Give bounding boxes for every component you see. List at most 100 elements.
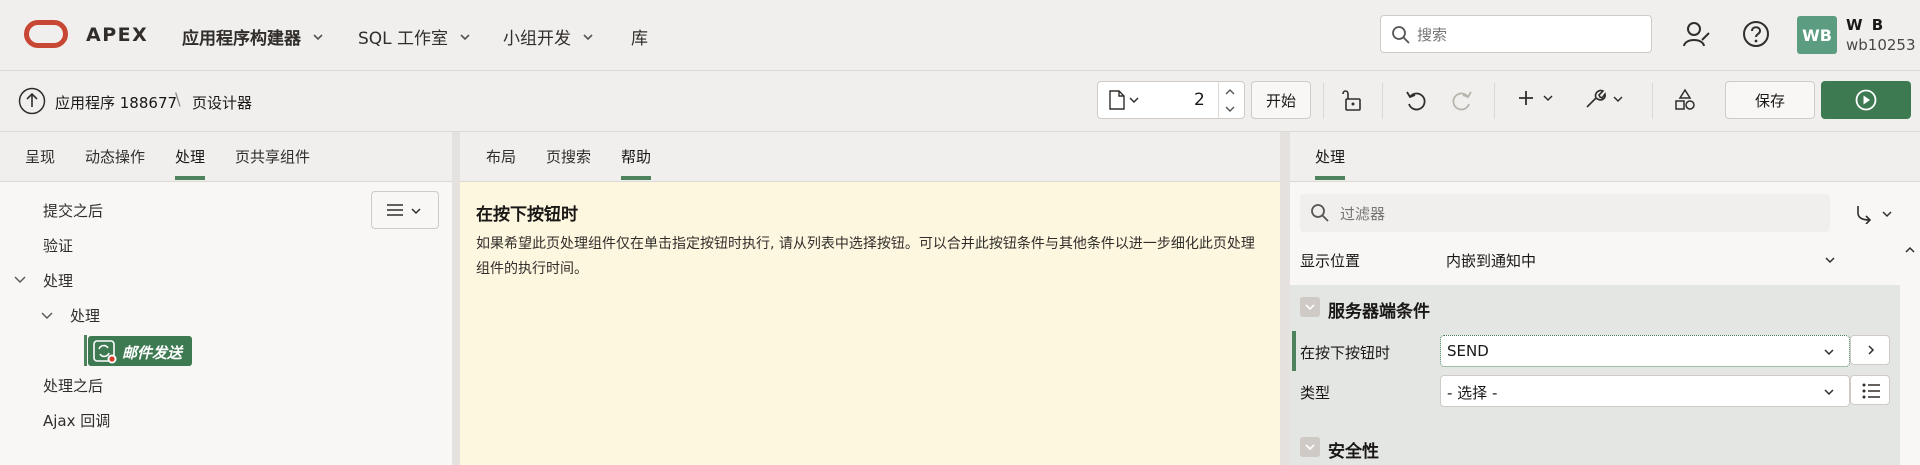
go-to-button-button[interactable] bbox=[1850, 335, 1890, 365]
global-search[interactable] bbox=[1380, 15, 1652, 53]
plus-icon bbox=[1519, 91, 1533, 105]
tab-layout[interactable]: 布局 bbox=[486, 146, 516, 167]
utilities-menu-button[interactable] bbox=[1584, 88, 1624, 110]
increment-icon[interactable] bbox=[1223, 86, 1237, 98]
nav-app-builder[interactable]: 应用程序构建器 bbox=[182, 24, 325, 49]
chevron-down-icon[interactable] bbox=[13, 273, 27, 287]
wrench-icon bbox=[1586, 89, 1606, 108]
tab-dynamic-actions[interactable]: 动态操作 bbox=[85, 146, 145, 167]
tree-after-processing[interactable]: 处理之后 bbox=[43, 375, 103, 396]
search-input[interactable] bbox=[1415, 22, 1649, 48]
property-scrollbar[interactable] bbox=[1902, 240, 1918, 465]
tab-page-search[interactable]: 页搜索 bbox=[546, 146, 591, 167]
breadcrumb-page[interactable]: 页设计器 bbox=[192, 92, 252, 113]
property-tab-bar: 处理 bbox=[1290, 132, 1920, 182]
avatar[interactable]: WB bbox=[1797, 16, 1837, 54]
type-value: - 选择 - bbox=[1447, 384, 1498, 402]
toolbar-divider bbox=[1323, 83, 1324, 119]
tree-processing[interactable]: 处理 bbox=[43, 270, 73, 291]
tree-menu-button[interactable] bbox=[371, 191, 439, 229]
nav-gallery-label: 库 bbox=[631, 29, 648, 49]
user-display-name[interactable]: W B bbox=[1846, 16, 1885, 34]
user-id[interactable]: wb10253 bbox=[1846, 36, 1916, 54]
breadcrumb-separator: \ bbox=[175, 90, 181, 110]
shared-components-icon[interactable] bbox=[1673, 88, 1697, 112]
left-pane: 呈现 动态操作 处理 页共享组件 提交之后 验证 处理 处理 邮件发送 处理之后… bbox=[0, 132, 452, 465]
search-icon bbox=[1311, 204, 1329, 222]
help-icon[interactable] bbox=[1742, 20, 1770, 48]
type-label: 类型 bbox=[1300, 384, 1331, 402]
active-tab-indicator bbox=[1315, 176, 1345, 180]
right-splitter[interactable] bbox=[1280, 132, 1290, 465]
display-position-value: 内嵌到通知中 bbox=[1446, 252, 1537, 270]
up-arrow-icon[interactable] bbox=[18, 87, 46, 115]
go-button[interactable]: 开始 bbox=[1251, 81, 1311, 119]
center-tab-bar: 布局 页搜索 帮助 bbox=[460, 132, 1280, 182]
tree-after-submit[interactable]: 提交之后 bbox=[43, 200, 103, 221]
create-menu-button[interactable] bbox=[1516, 88, 1554, 108]
nav-sql-workshop[interactable]: SQL 工作室 bbox=[358, 24, 472, 49]
active-tab-indicator bbox=[621, 176, 651, 180]
server-side-condition-title: 服务器端条件 bbox=[1328, 302, 1430, 322]
page-selector[interactable]: 2 bbox=[1097, 81, 1245, 119]
selection-marker bbox=[84, 335, 87, 366]
admin-user-icon[interactable] bbox=[1682, 20, 1712, 50]
oracle-logo-icon[interactable] bbox=[24, 20, 68, 48]
apex-brand[interactable]: APEX bbox=[86, 24, 148, 46]
chevron-up-icon bbox=[1905, 246, 1915, 253]
tab-processing[interactable]: 处理 bbox=[175, 146, 205, 167]
server-side-condition-header[interactable]: 服务器端条件 bbox=[1290, 285, 1900, 329]
when-button-pressed-label: 在按下按钮时 bbox=[1300, 344, 1391, 362]
toolbar-divider bbox=[1382, 83, 1383, 119]
page-number-input[interactable]: 2 bbox=[1194, 90, 1205, 110]
when-button-pressed-select[interactable]: SEND bbox=[1440, 335, 1850, 367]
chevron-right-icon bbox=[1868, 345, 1875, 355]
chevron-down-icon[interactable] bbox=[40, 309, 54, 323]
nav-app-builder-label: 应用程序构建器 bbox=[182, 29, 301, 49]
breadcrumb-app[interactable]: 应用程序 188677 bbox=[55, 92, 177, 113]
type-select[interactable]: - 选择 - bbox=[1440, 375, 1850, 407]
tree-ajax-callback[interactable]: Ajax 回调 bbox=[43, 410, 110, 431]
list-of-values-button[interactable] bbox=[1850, 375, 1890, 405]
page-designer-toolbar bbox=[0, 71, 1920, 132]
left-splitter[interactable] bbox=[452, 132, 460, 465]
property-editor: 处理 显示位置 内嵌到通知中 服务器端条件 在按下按钮时 SEND 类型 bbox=[1290, 132, 1920, 465]
nav-sql-workshop-label: SQL 工作室 bbox=[358, 29, 449, 49]
decrement-icon[interactable] bbox=[1223, 103, 1237, 115]
redo-icon[interactable] bbox=[1450, 88, 1474, 112]
chevron-down-icon bbox=[583, 33, 593, 40]
run-button[interactable] bbox=[1821, 81, 1911, 119]
tree-processing-child[interactable]: 处理 bbox=[70, 305, 100, 326]
go-to-group-button[interactable] bbox=[1855, 204, 1893, 224]
chevron-down-icon bbox=[1824, 349, 1834, 356]
tab-property-processing[interactable]: 处理 bbox=[1315, 146, 1345, 167]
security-title: 安全性 bbox=[1328, 442, 1379, 462]
search-icon bbox=[1392, 26, 1410, 44]
tab-page-shared-components[interactable]: 页共享组件 bbox=[235, 146, 310, 167]
property-filter[interactable] bbox=[1300, 194, 1830, 232]
nav-team-development-label: 小组开发 bbox=[503, 29, 571, 49]
focus-marker bbox=[1292, 331, 1296, 371]
help-title: 在按下按钮时 bbox=[476, 205, 578, 225]
property-list: 显示位置 内嵌到通知中 服务器端条件 在按下按钮时 SEND 类型 - 选择 - bbox=[1290, 240, 1900, 465]
chevron-down-icon bbox=[1613, 96, 1623, 103]
help-panel: 在按下按钮时 如果希望此页处理组件仅在单击指定按钮时执行, 请从列表中选择按钮。… bbox=[460, 182, 1280, 465]
undo-icon[interactable] bbox=[1404, 88, 1428, 112]
filter-input[interactable] bbox=[1338, 201, 1822, 227]
save-button[interactable]: 保存 bbox=[1725, 81, 1815, 119]
nav-team-development[interactable]: 小组开发 bbox=[503, 24, 595, 49]
collapse-toggle-icon bbox=[1300, 437, 1320, 457]
left-tab-bar: 呈现 动态操作 处理 页共享组件 bbox=[0, 132, 452, 182]
tab-rendering[interactable]: 呈现 bbox=[25, 146, 55, 167]
collapse-toggle-icon bbox=[1300, 297, 1320, 317]
security-header[interactable]: 安全性 bbox=[1290, 425, 1900, 465]
tab-help[interactable]: 帮助 bbox=[621, 146, 651, 167]
nav-gallery[interactable]: 库 bbox=[631, 24, 648, 49]
tree-validation[interactable]: 验证 bbox=[43, 235, 73, 256]
display-position-select[interactable]: 内嵌到通知中 bbox=[1440, 244, 1850, 276]
unlock-icon[interactable] bbox=[1340, 88, 1364, 112]
process-icon bbox=[93, 340, 117, 364]
play-icon bbox=[1855, 89, 1877, 111]
tree-mail-process[interactable]: 邮件发送 bbox=[88, 336, 192, 366]
page-icon bbox=[1109, 90, 1125, 110]
